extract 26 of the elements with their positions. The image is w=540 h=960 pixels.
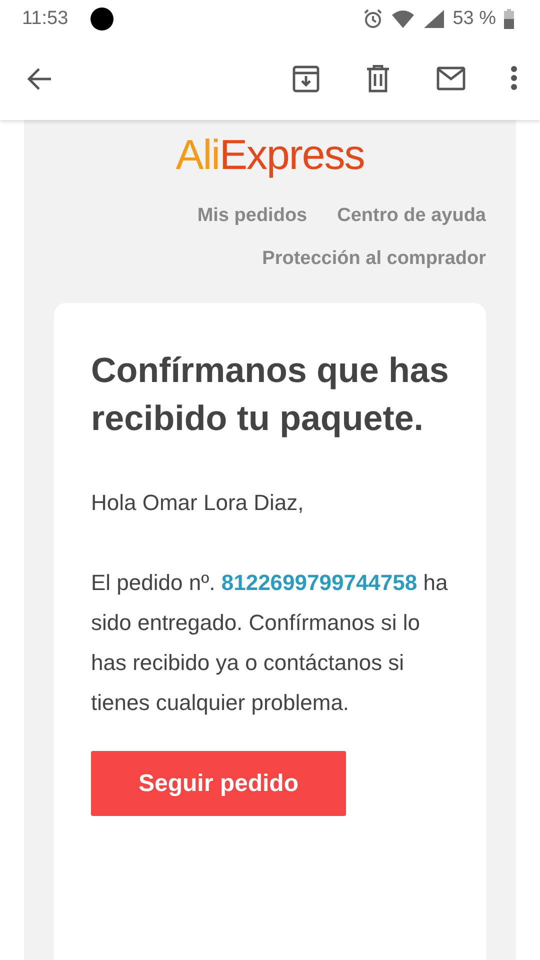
aliexpress-logo: AliExpress bbox=[176, 134, 364, 176]
back-button[interactable] bbox=[26, 67, 52, 91]
alarm-icon bbox=[362, 9, 383, 29]
archive-button[interactable] bbox=[292, 65, 320, 93]
greeting-text: Hola Omar Lora Diaz, bbox=[91, 489, 305, 517]
nav-link[interactable]: Mis pedidos bbox=[197, 202, 308, 230]
notification-dot-icon bbox=[90, 7, 114, 31]
more-button[interactable] bbox=[510, 65, 518, 93]
mark-unread-button[interactable] bbox=[436, 65, 466, 93]
trash-icon bbox=[364, 65, 392, 93]
order-number-link[interactable]: 8122699799744758 bbox=[221, 570, 418, 595]
message-paragraph: El pedido nº. 8122699799744758 ha sido entregado. Confírmanos si lo has recibido ya o contáctanos si tienes cualquier problema. bbox=[91, 569, 449, 717]
archive-icon bbox=[292, 65, 320, 93]
status-time: 11:53 bbox=[22, 6, 68, 31]
nav-link[interactable]: Protección al comprador bbox=[262, 244, 486, 273]
more-vertical-icon bbox=[510, 65, 518, 93]
delete-button[interactable] bbox=[364, 65, 392, 93]
envelope-icon bbox=[436, 65, 466, 93]
battery-percentage: 53 % bbox=[452, 6, 496, 31]
back-arrow-icon bbox=[26, 67, 52, 91]
track-order-button[interactable]: Seguir pedido bbox=[91, 751, 346, 816]
battery-icon bbox=[504, 9, 514, 29]
wifi-icon bbox=[390, 9, 415, 29]
nav-link[interactable]: Centro de ayuda bbox=[337, 202, 486, 230]
signal-icon bbox=[422, 9, 445, 29]
email-heading: Confírmanos que has recibido tu paquete. bbox=[91, 350, 449, 440]
